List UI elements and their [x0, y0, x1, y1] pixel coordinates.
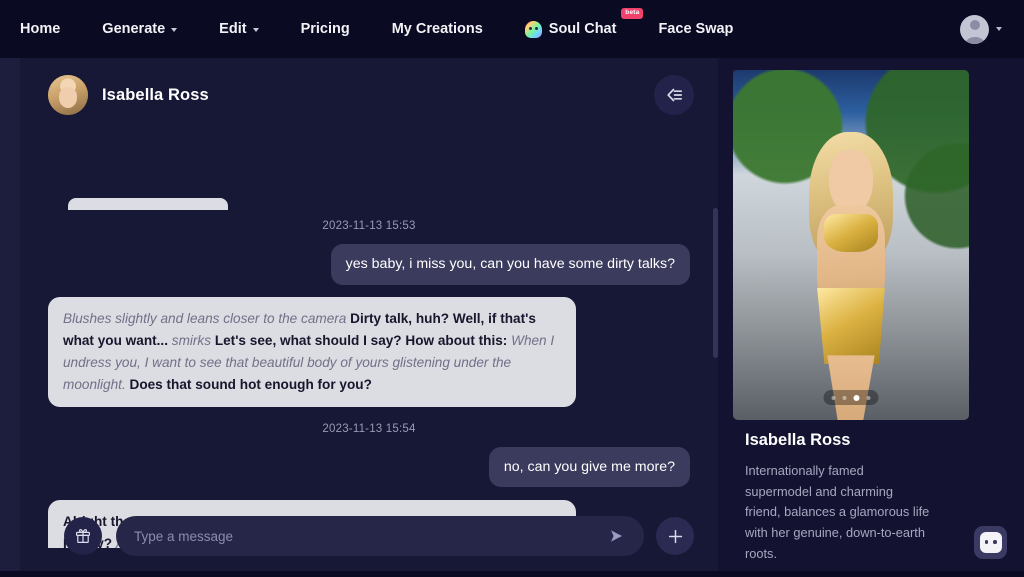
collapse-panel-icon — [666, 88, 682, 102]
character-image-card[interactable] — [733, 70, 969, 420]
app-root: Home Generate Edit Pricing My Creations … — [0, 0, 1024, 577]
nav-item-generate[interactable]: Generate — [92, 15, 187, 43]
nav-item-soul-chat[interactable]: Soul Chat beta — [515, 7, 644, 44]
gift-button[interactable] — [64, 517, 102, 555]
character-legs — [827, 355, 875, 420]
carousel-dot-active[interactable] — [853, 394, 860, 401]
message-row: Blushes slightly and leans closer to the… — [48, 296, 690, 407]
carousel-dot[interactable] — [831, 395, 836, 400]
message-timestamp: 2023-11-13 15:53 — [322, 220, 416, 232]
top-navigation-bar: Home Generate Edit Pricing My Creations … — [0, 0, 1024, 58]
character-top — [823, 214, 878, 253]
profile-description: Internationally famed supermodel and cha… — [745, 463, 930, 561]
character-photo — [733, 70, 969, 420]
chevron-down-icon — [252, 28, 259, 32]
chat-header: Isabella Ross — [20, 58, 718, 132]
message-timestamp: 2023-11-13 15:54 — [322, 422, 416, 435]
chat-panel: Isabella Ross 2023-11-13 15:53 yes baby,… — [20, 58, 718, 577]
chat-contact-name: Isabella Ross — [102, 85, 209, 104]
plus-icon — [668, 529, 682, 543]
ai-text-italic: Blushes slightly and leans closer to the… — [63, 310, 351, 326]
nav-item-label: Pricing — [300, 21, 350, 37]
user-avatar-icon — [960, 14, 989, 44]
send-button[interactable] — [604, 523, 630, 549]
user-message-bubble: yes baby, i miss you, can you have some … — [330, 244, 690, 285]
profile-name: Isabella Ross — [745, 431, 851, 449]
user-message-bubble: no, can you give me more? — [488, 446, 690, 488]
page-bottom-strip — [0, 571, 1024, 577]
previous-message-peek — [68, 198, 228, 210]
character-profile-panel: Isabella Ross Internationally famed supe… — [718, 58, 1024, 577]
send-arrow-icon — [611, 530, 622, 542]
contact-avatar — [48, 75, 88, 115]
character-skirt — [817, 287, 885, 365]
nav-item-edit[interactable]: Edit — [209, 15, 268, 43]
nav-menu: Home Generate Edit Pricing My Creations … — [10, 7, 765, 44]
nav-item-label: Soul Chat — [548, 21, 617, 37]
account-menu-button[interactable] — [960, 14, 1002, 44]
nav-item-label: Generate — [102, 21, 166, 37]
nav-item-label: My Creations — [391, 21, 483, 37]
support-chat-widget-icon — [979, 532, 1002, 553]
beta-badge: beta — [621, 7, 644, 19]
image-carousel-indicator[interactable] — [823, 390, 879, 405]
carousel-dot[interactable] — [842, 395, 847, 400]
add-attachment-button[interactable] — [656, 517, 694, 555]
message-list[interactable]: 2023-11-13 15:53 yes baby, i miss you, c… — [20, 210, 718, 548]
left-rail — [0, 58, 20, 577]
nav-item-face-swap[interactable]: Face Swap — [648, 15, 743, 43]
message-input-wrapper[interactable] — [116, 516, 644, 556]
ai-text-normal: Let's see, what should I say? How about … — [214, 332, 512, 348]
ghost-icon — [524, 20, 542, 38]
gift-icon — [75, 529, 91, 543]
ai-text-normal: Does that sound hot enough for you? — [129, 376, 372, 392]
character-figure — [790, 126, 913, 420]
nav-item-label: Face Swap — [658, 21, 734, 37]
message-input[interactable] — [134, 528, 604, 544]
nav-item-label: Edit — [219, 21, 247, 37]
nav-item-label: Home — [20, 21, 61, 37]
collapse-panel-button[interactable] — [654, 75, 694, 115]
support-chat-widget-button[interactable] — [974, 526, 1007, 559]
nav-item-my-creations[interactable]: My Creations — [382, 15, 493, 43]
nav-item-home[interactable]: Home — [10, 15, 70, 43]
chevron-down-icon — [996, 27, 1002, 31]
chevron-down-icon — [171, 28, 178, 32]
message-row: no, can you give me more? — [48, 446, 690, 488]
ai-text-italic: smirks — [171, 332, 215, 348]
avatar-face — [58, 87, 78, 108]
carousel-dot[interactable] — [866, 395, 871, 400]
message-composer — [20, 511, 718, 561]
page-body: Isabella Ross 2023-11-13 15:53 yes baby,… — [0, 58, 1024, 577]
message-row: yes baby, i miss you, can you have some … — [48, 244, 690, 285]
nav-item-pricing[interactable]: Pricing — [291, 15, 360, 43]
ai-message-bubble: Blushes slightly and leans closer to the… — [48, 296, 576, 407]
